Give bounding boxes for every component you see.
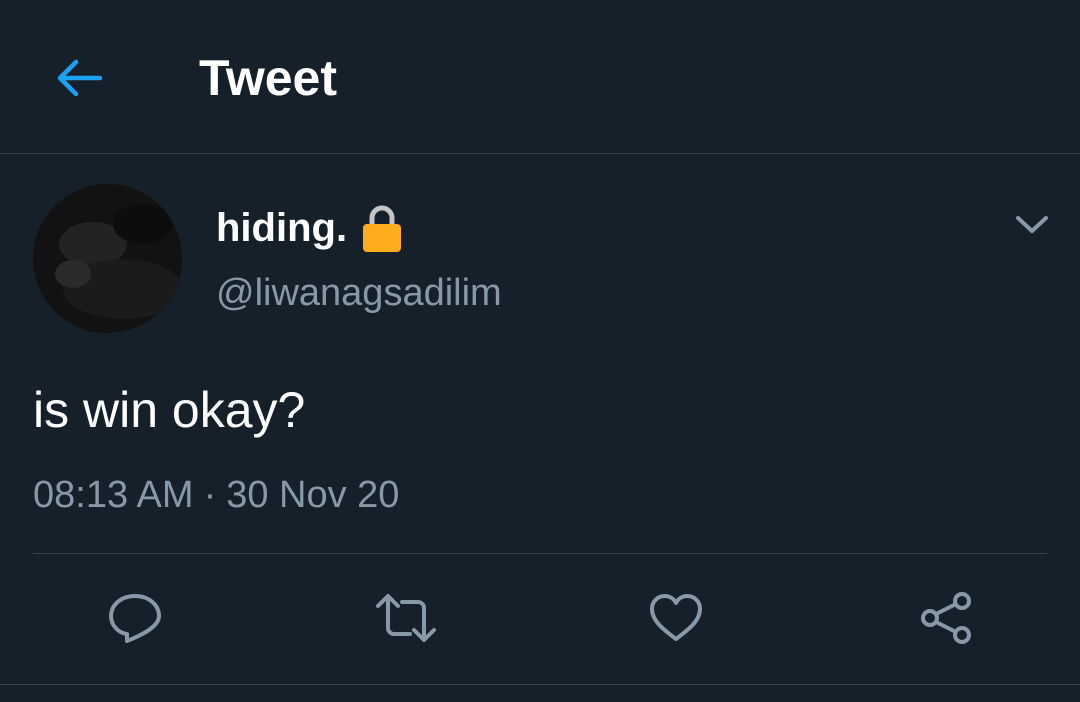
share-button[interactable] bbox=[914, 588, 978, 648]
back-button[interactable] bbox=[48, 48, 108, 108]
retweet-button[interactable] bbox=[374, 588, 438, 648]
retweet-icon bbox=[376, 594, 436, 642]
tweet-time: 08:13 AM bbox=[33, 474, 194, 516]
reply-button[interactable] bbox=[103, 588, 167, 648]
bottom-divider bbox=[0, 684, 1080, 685]
share-icon bbox=[921, 592, 971, 644]
chevron-down-icon bbox=[1016, 216, 1048, 233]
tweet-detail-screen: Tweet hiding. @liwanagsadilim is win oka… bbox=[0, 0, 1080, 702]
tweet-text: is win okay? bbox=[33, 382, 306, 438]
arrow-left-icon bbox=[57, 59, 102, 97]
tweet-date: 30 Nov 20 bbox=[226, 474, 400, 516]
lock-icon bbox=[363, 205, 402, 252]
user-handle[interactable]: @liwanagsadilim bbox=[216, 268, 502, 318]
avatar-photo bbox=[33, 184, 182, 333]
more-options-button[interactable] bbox=[1010, 205, 1054, 245]
divider bbox=[33, 553, 1047, 554]
avatar[interactable] bbox=[33, 184, 182, 333]
reply-icon bbox=[109, 594, 161, 643]
top-bar: Tweet bbox=[0, 0, 1080, 154]
heart-icon bbox=[650, 594, 702, 641]
like-button[interactable] bbox=[644, 588, 708, 648]
display-name[interactable]: hiding. bbox=[216, 200, 347, 256]
tweet-timestamp: 08:13 AM · 30 Nov 20 bbox=[33, 470, 399, 520]
page-title: Tweet bbox=[199, 50, 337, 106]
author-name-row: hiding. bbox=[216, 200, 403, 256]
timestamp-separator: · bbox=[203, 474, 217, 516]
